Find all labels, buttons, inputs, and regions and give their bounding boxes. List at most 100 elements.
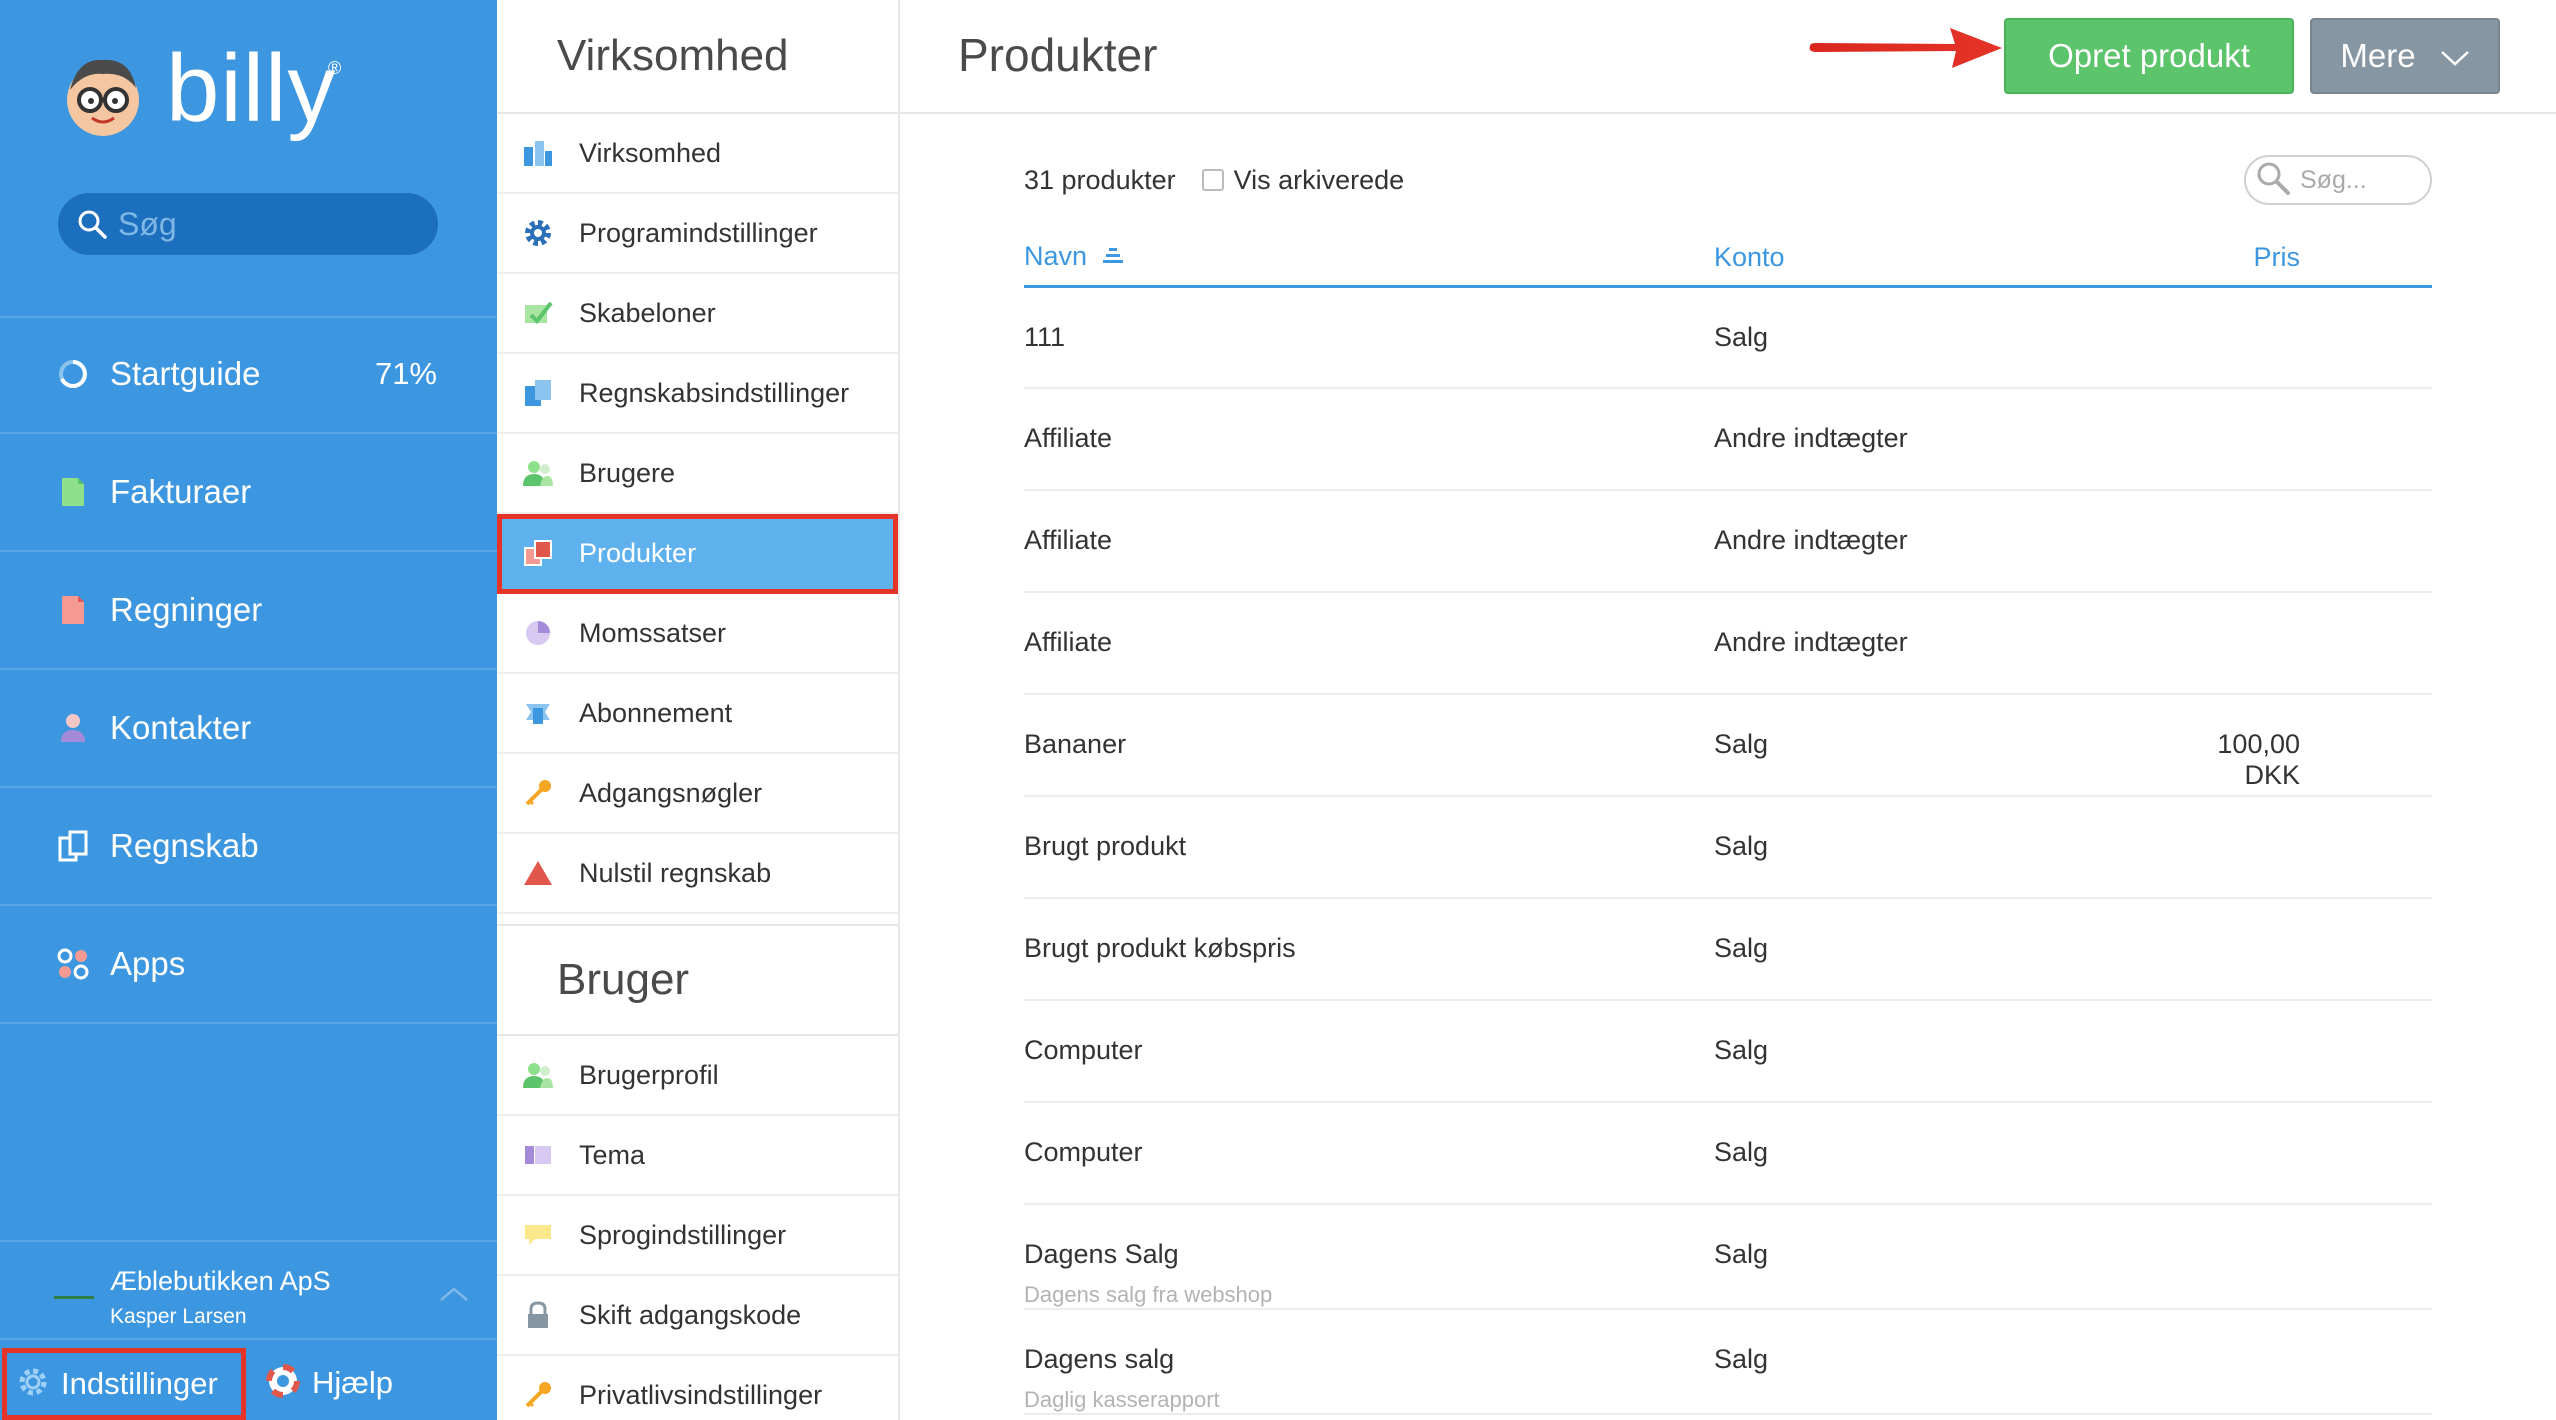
sidebar-search-input[interactable] [118,205,418,243]
chevron-up-icon [439,1286,469,1307]
column-header-account[interactable]: Konto [1714,230,2164,288]
products-table: Navn Konto Pris 111 Salg Affiliate Andre in… [1024,230,2432,1415]
sidebar-item-label: Kontakter [110,709,252,746]
key-icon [521,1378,555,1412]
contact-icon [56,711,90,745]
subscription-icon [521,696,555,730]
product-name-cell: Dagens Salg Dagens salg fra webshop [1024,1204,1714,1310]
product-name: Affiliate [1024,627,1113,657]
settings-item-brugerprofil[interactable]: Brugerprofil [497,1036,898,1116]
settings-item-produkter[interactable]: Produkter [497,514,898,594]
settings-item-label: Produkter [579,537,697,568]
settings-item-label: Programindstillinger [579,217,818,248]
sidebar-item-kontakter[interactable]: Kontakter [0,670,497,788]
sidebar-item-startguide[interactable]: Startguide 71% [0,316,497,434]
main-sidebar: billy ® Startguide 71% Fakturaer Regni [0,0,497,1420]
settings-item-label: Abonnement [579,697,733,728]
table-row[interactable]: Brugt produkt købspris Salg [1024,898,2432,1001]
user-name: Kasper Larsen [110,1305,247,1328]
billy-logo[interactable]: billy ® [58,35,341,150]
product-price [2164,490,2432,593]
sidebar-item-fakturaer[interactable]: Fakturaer [0,434,497,552]
product-name: 111 [1024,321,1066,352]
help-button[interactable]: Hjælp [266,1352,393,1414]
settings-item-regnskabsindstillinger[interactable]: Regnskabsindstillinger [497,354,898,434]
product-name: Bananer [1024,729,1127,759]
chevron-down-icon [2440,37,2470,75]
settings-item-abonnement[interactable]: Abonnement [497,674,898,754]
settings-item-label: Momssatser [579,617,727,648]
table-row[interactable]: Computer Salg [1024,1102,2432,1205]
settings-button[interactable]: Indstillinger [2,1348,246,1420]
settings-item-momssatser[interactable]: Momssatser [497,594,898,674]
table-row[interactable]: Dagens Salg Dagens salg fra webshop Salg [1024,1204,2432,1310]
sidebar-item-label: Regnskab [110,827,259,864]
settings-item-sprogindstillinger[interactable]: Sprogindstillinger [497,1196,898,1276]
search-icon [2256,161,2290,200]
settings-item-privatlivsindstillinger[interactable]: Privatlivsindstillinger [497,1356,898,1420]
product-name: Computer [1024,1035,1143,1065]
product-search[interactable] [2244,155,2432,205]
settings-item-programindstillinger[interactable]: Programindstillinger [497,194,898,274]
settings-item-adgangsnogler[interactable]: Adgangsnøgler [497,754,898,834]
table-row[interactable]: Dagens salg Daglig kasserapport Salg [1024,1309,2432,1415]
checkbox-box[interactable] [1201,169,1224,191]
table-row[interactable]: Computer Salg [1024,1000,2432,1103]
sidebar-item-label: Fakturaer [110,473,252,510]
app-name: billy [166,35,337,142]
settings-item-label: Skabeloner [579,297,716,328]
settings-item-skift-adgangskode[interactable]: Skift adgangskode [497,1276,898,1356]
key-icon [521,776,555,810]
table-row[interactable]: Brugt produkt Salg [1024,796,2432,899]
product-name-cell: Affiliate [1024,490,1714,593]
show-archived-checkbox[interactable]: Vis arkiverede [1201,165,1404,196]
table-row[interactable]: 111 Salg [1024,286,2432,389]
create-product-button[interactable]: Opret produkt [2004,18,2294,94]
sidebar-item-label: Regninger [110,591,263,628]
product-price [2164,1102,2432,1205]
product-name: Dagens salg [1024,1344,1175,1374]
sidebar-item-regnskab[interactable]: Regnskab [0,788,497,906]
table-row[interactable]: Affiliate Andre indtægter [1024,490,2432,593]
table-row[interactable]: Bananer Salg 100,00 DKK [1024,694,2432,797]
list-toolbar: 31 produkter Vis arkiverede [1024,155,2432,205]
table-row[interactable]: Affiliate Andre indtægter [1024,592,2432,695]
sidebar-search[interactable] [58,193,438,255]
table-row[interactable]: Affiliate Andre indtægter [1024,388,2432,491]
product-name-cell: Computer [1024,1000,1714,1103]
settings-item-label: Privatlivsindstillinger [579,1379,823,1410]
product-account: Salg [1714,898,2164,1001]
red-arrow-annotation [1806,24,2006,79]
product-account: Salg [1714,1309,2164,1415]
settings-item-label: Brugerprofil [579,1059,719,1090]
settings-item-brugere[interactable]: Brugere [497,434,898,514]
product-name: Brugt produkt [1024,831,1187,861]
billy-mascot-icon [58,50,148,140]
settings-item-nulstil-regnskab[interactable]: Nulstil regnskab [497,834,898,914]
pie-icon [521,616,555,650]
settings-label: Indstillinger [61,1366,218,1401]
settings-item-label: Tema [579,1139,646,1170]
lock-icon [521,1298,555,1332]
invoice-icon [56,475,90,509]
product-price: 100,00 DKK [2164,694,2432,797]
column-header-name[interactable]: Navn [1024,230,1714,288]
company-switcher[interactable]: Æblebutikken ApS Kasper Larsen [0,1240,497,1340]
product-price [2164,1204,2432,1310]
settings-item-virksomhed[interactable]: Virksomhed [497,114,898,194]
product-search-input[interactable] [2300,165,2420,195]
theme-icon [521,1138,555,1172]
apps-icon [56,947,90,981]
sidebar-item-apps[interactable]: Apps [0,906,497,1024]
main-content: Produkter Opret produkt Mere 31 produkte… [900,0,2556,1420]
product-name-cell: Affiliate [1024,592,1714,695]
settings-item-tema[interactable]: Tema [497,1116,898,1196]
top-bar: Produkter Opret produkt Mere [900,0,2556,114]
help-label: Hjælp [312,1365,393,1400]
product-price [2164,898,2432,1001]
column-header-price[interactable]: Pris [2164,230,2432,288]
gear-icon [521,216,555,250]
more-button[interactable]: Mere [2310,18,2500,94]
sidebar-item-regninger[interactable]: Regninger [0,552,497,670]
settings-item-skabeloner[interactable]: Skabeloner [497,274,898,354]
